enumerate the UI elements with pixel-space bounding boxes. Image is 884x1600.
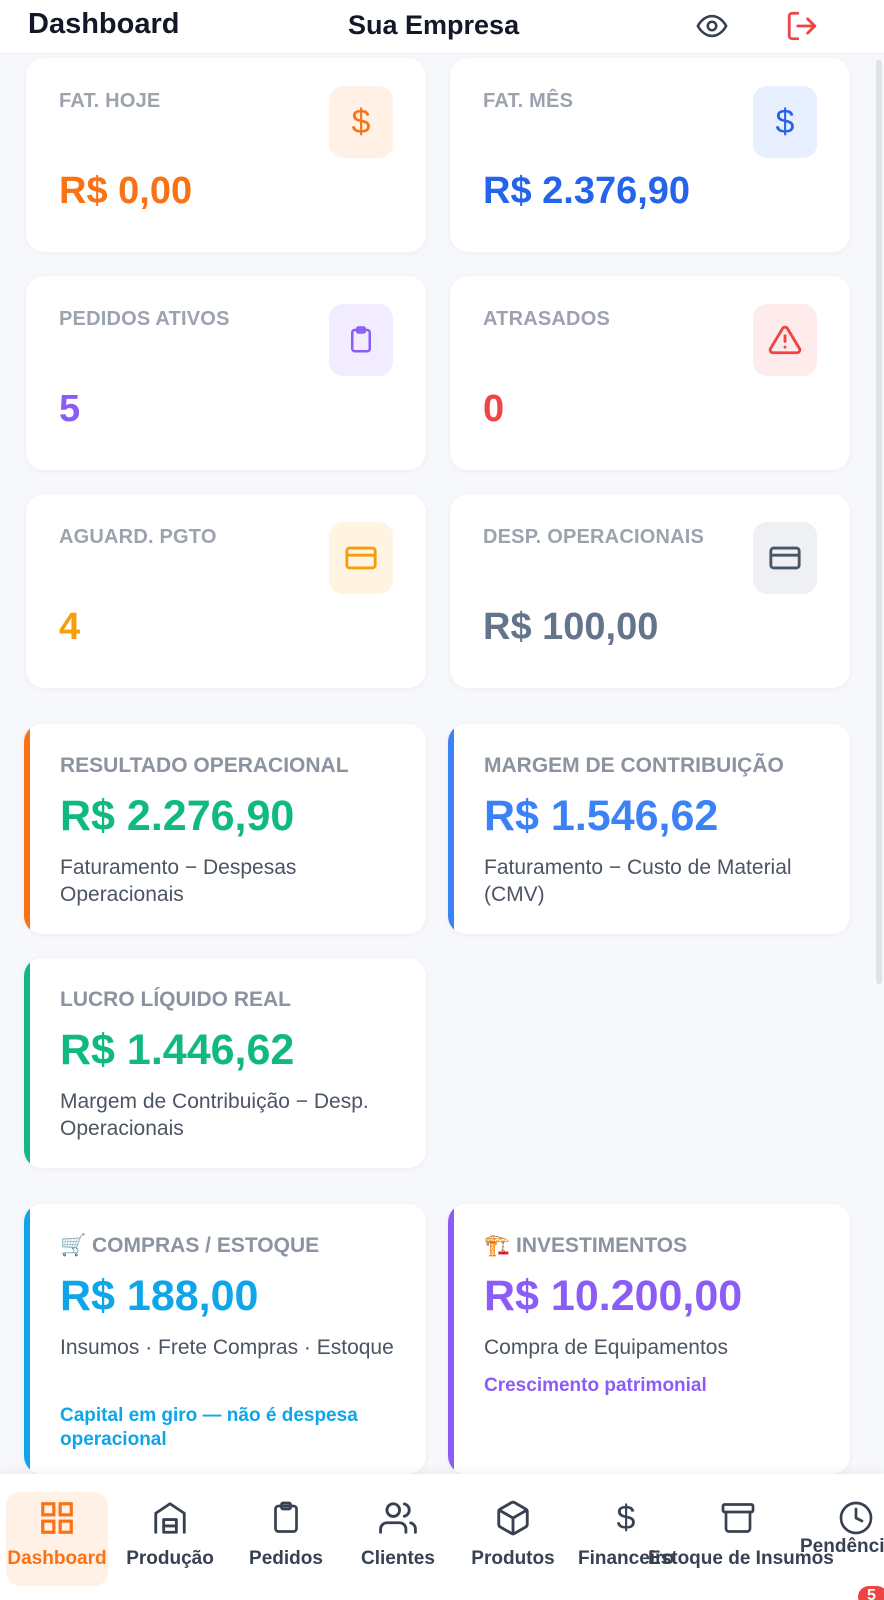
warehouse-icon xyxy=(118,1494,222,1542)
credit-card-icon xyxy=(753,522,817,594)
result-description: Faturamento − Custo de Material (CMV) xyxy=(484,856,792,906)
clipboard-icon xyxy=(329,304,393,376)
stat-card-pedidos-ativos[interactable]: PEDIDOS ATIVOS 5 xyxy=(26,276,426,470)
result-card-investimentos[interactable]: 🏗️ INVESTIMENTOS R$ 10.200,00 Compra de … xyxy=(448,1204,850,1474)
stat-label: ATRASADOS xyxy=(483,308,610,330)
company-name: Sua Empresa xyxy=(348,10,520,40)
nav-item-clientes[interactable]: Clientes xyxy=(348,1494,448,1584)
stat-card-fat-hoje[interactable]: FAT. HOJE R$ 0,00 $ xyxy=(26,58,426,252)
stat-label: FAT. HOJE xyxy=(59,90,161,112)
result-label-text: COMPRAS / ESTOQUE xyxy=(92,1234,320,1257)
bottom-nav: Dashboard Produção Pedidos Clientes Prod… xyxy=(0,1474,884,1600)
result-card-compras-estoque[interactable]: 🛒 COMPRAS / ESTOQUE R$ 188,00 Insumos · … xyxy=(24,1204,426,1474)
stat-value: R$ 2.376,90 xyxy=(483,170,691,212)
clock-icon xyxy=(800,1494,884,1542)
result-description: Faturamento − Despesas Operacionais xyxy=(60,856,297,906)
result-note: Crescimento patrimonial xyxy=(484,1375,707,1396)
stat-label: DESP. OPERACIONAIS xyxy=(483,526,705,548)
nav-label: Dashboard xyxy=(7,1548,107,1569)
result-label: 🛒 COMPRAS / ESTOQUE xyxy=(60,1234,319,1258)
dollar-icon: $ xyxy=(753,86,817,158)
stat-value: 0 xyxy=(483,388,505,430)
stat-value: 4 xyxy=(59,606,81,648)
result-description: Compra de Equipamentos xyxy=(484,1336,728,1359)
stat-value: R$ 100,00 xyxy=(483,606,659,648)
result-card-resultado-operacional[interactable]: RESULTADO OPERACIONAL R$ 2.276,90 Fatura… xyxy=(24,724,426,934)
box-icon xyxy=(460,1494,566,1542)
accent-bar xyxy=(24,1204,30,1474)
stat-value: 5 xyxy=(59,388,81,430)
nav-label: Pendências xyxy=(800,1536,884,1557)
scrollbar[interactable] xyxy=(876,60,882,984)
nav-label: Produção xyxy=(126,1548,214,1569)
stat-card-desp-operacionais[interactable]: DESP. OPERACIONAIS R$ 100,00 xyxy=(450,494,850,688)
accent-bar xyxy=(24,724,30,934)
app-header: Dashboard Sua Empresa xyxy=(0,0,884,54)
result-value: R$ 2.276,90 xyxy=(60,792,295,840)
nav-item-dashboard[interactable]: Dashboard xyxy=(6,1494,108,1584)
dollar-icon: $ xyxy=(329,86,393,158)
result-value: R$ 1.546,62 xyxy=(484,792,719,840)
result-description: Insumos · Frete Compras · Estoque xyxy=(60,1336,394,1359)
page-title: Dashboard xyxy=(28,8,180,40)
logout-icon[interactable] xyxy=(782,6,822,46)
accent-bar xyxy=(448,724,454,934)
nav-label: Clientes xyxy=(361,1548,435,1569)
stat-label: PEDIDOS ATIVOS xyxy=(59,308,230,330)
nav-label: Produtos xyxy=(471,1548,555,1569)
notification-badge: 5 xyxy=(858,1586,884,1600)
result-label-text: INVESTIMENTOS xyxy=(516,1234,688,1257)
construction-icon: 🏗️ xyxy=(484,1234,511,1257)
stat-label: AGUARD. PGTO xyxy=(59,526,217,548)
result-card-lucro-liquido[interactable]: LUCRO LÍQUIDO REAL R$ 1.446,62 Margem de… xyxy=(24,958,426,1168)
stat-value: R$ 0,00 xyxy=(59,170,193,212)
accent-bar xyxy=(24,958,30,1168)
result-label: 🏗️ INVESTIMENTOS xyxy=(484,1234,687,1258)
users-icon xyxy=(348,1494,448,1542)
nav-label: Pedidos xyxy=(249,1548,323,1569)
result-value: R$ 1.446,62 xyxy=(60,1026,295,1074)
result-description: Margem de Contribuição − Desp. Operacion… xyxy=(60,1090,369,1140)
result-label: LUCRO LÍQUIDO REAL xyxy=(60,988,291,1011)
result-card-margem-contribuicao[interactable]: MARGEM DE CONTRIBUIÇÃO R$ 1.546,62 Fatur… xyxy=(448,724,850,934)
nav-item-pendencias[interactable]: Pendências xyxy=(800,1494,884,1584)
stat-card-atrasados[interactable]: ATRASADOS 0 xyxy=(450,276,850,470)
grid-icon xyxy=(6,1494,108,1542)
nav-item-producao[interactable]: Produção xyxy=(118,1494,222,1584)
result-label: RESULTADO OPERACIONAL xyxy=(60,754,349,777)
clipboard-icon xyxy=(236,1494,336,1542)
stat-card-fat-mes[interactable]: FAT. MÊS R$ 2.376,90 $ xyxy=(450,58,850,252)
result-note: Capital em giro — não é despesa operacio… xyxy=(60,1405,358,1450)
result-value: R$ 10.200,00 xyxy=(484,1272,743,1320)
accent-bar xyxy=(448,1204,454,1474)
cart-icon: 🛒 xyxy=(60,1234,87,1257)
eye-icon[interactable] xyxy=(692,6,732,46)
credit-card-icon xyxy=(329,522,393,594)
result-value: R$ 188,00 xyxy=(60,1272,259,1320)
result-label: MARGEM DE CONTRIBUIÇÃO xyxy=(484,754,784,777)
alert-triangle-icon xyxy=(753,304,817,376)
stat-card-aguard-pgto[interactable]: AGUARD. PGTO 4 xyxy=(26,494,426,688)
nav-item-produtos[interactable]: Produtos xyxy=(460,1494,566,1584)
stat-label: FAT. MÊS xyxy=(483,90,574,112)
nav-item-pedidos[interactable]: Pedidos xyxy=(236,1494,336,1584)
